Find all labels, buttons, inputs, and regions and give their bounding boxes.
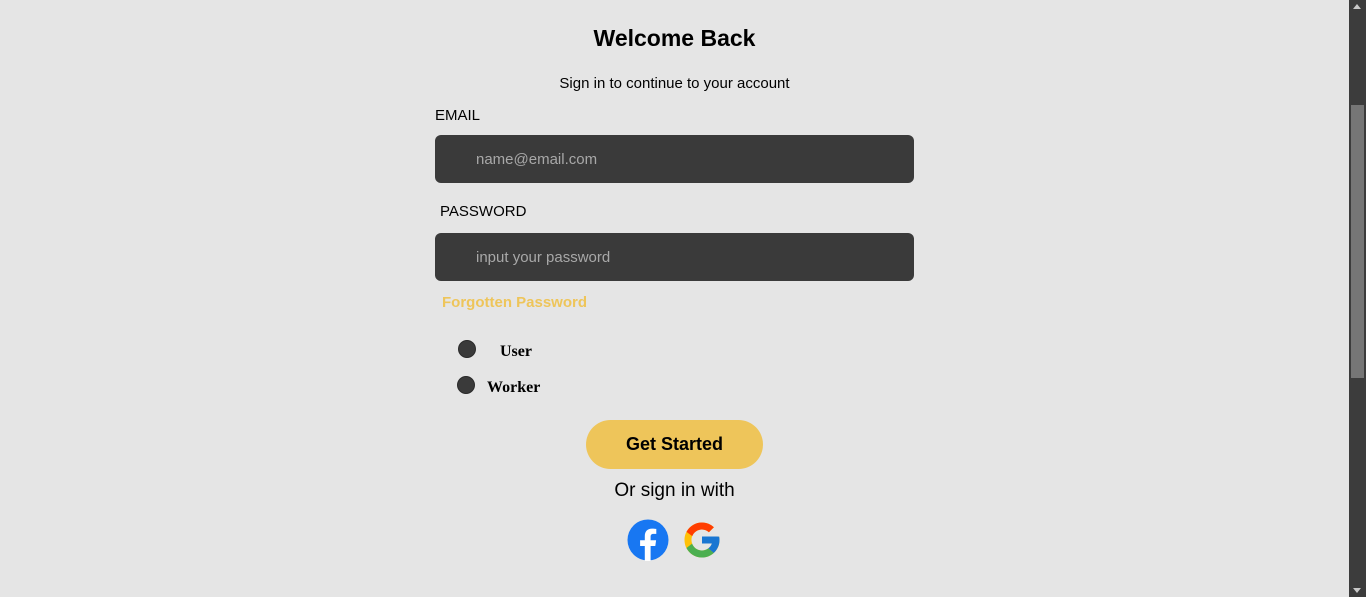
- email-field[interactable]: [435, 135, 914, 183]
- page-subtitle: Sign in to continue to your account: [559, 75, 790, 92]
- scrollbar-thumb[interactable]: [1351, 105, 1364, 378]
- login-page: Welcome Back Sign in to continue to your…: [0, 0, 1349, 597]
- social-signin-prompt: Or sign in with: [614, 480, 735, 501]
- get-started-button[interactable]: Get Started: [586, 420, 763, 469]
- email-label: EMAIL: [435, 107, 481, 124]
- scroll-up-arrow-icon[interactable]: [1353, 4, 1361, 9]
- facebook-icon[interactable]: [627, 519, 669, 561]
- google-icon[interactable]: [681, 519, 723, 561]
- user-radio-label: User: [500, 343, 532, 360]
- password-label: PASSWORD: [440, 203, 527, 220]
- role-option-user[interactable]: User: [458, 337, 532, 361]
- role-option-worker[interactable]: Worker: [457, 373, 540, 397]
- page-title: Welcome Back: [593, 25, 756, 51]
- password-field[interactable]: [435, 233, 914, 281]
- worker-radio[interactable]: [457, 376, 475, 394]
- scroll-down-arrow-icon[interactable]: [1353, 588, 1361, 593]
- vertical-scrollbar[interactable]: [1349, 0, 1366, 597]
- forgotten-password-link[interactable]: Forgotten Password: [442, 294, 587, 311]
- worker-radio-label: Worker: [487, 379, 541, 396]
- user-radio[interactable]: [458, 340, 476, 358]
